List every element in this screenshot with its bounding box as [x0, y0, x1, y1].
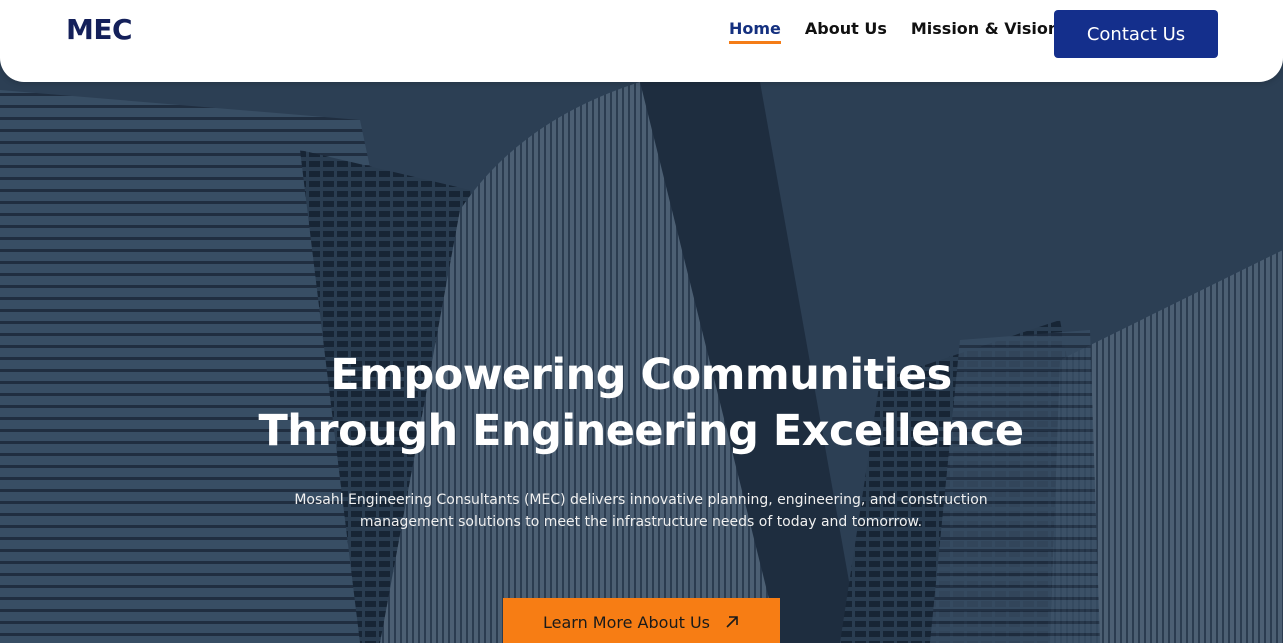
arrow-up-right-icon	[726, 616, 738, 628]
nav-link-about-us[interactable]: About Us	[805, 19, 887, 44]
hero-title: Empowering Communities Through Engineeri…	[141, 347, 1141, 459]
hero-overlay	[0, 0, 1283, 643]
hero-section: Empowering Communities Through Engineeri…	[0, 0, 1283, 643]
nav-link-mission-vision[interactable]: Mission & Vision	[911, 19, 1059, 44]
nav-link-home[interactable]: Home	[729, 19, 781, 44]
hero-subtitle: Mosahl Engineering Consultants (MEC) del…	[294, 492, 988, 530]
hero-title-line-1: Empowering Communities	[330, 350, 952, 400]
learn-more-label: Learn More About Us	[543, 612, 710, 632]
main-nav: Home About Us Mission & Vision	[729, 19, 1083, 44]
learn-more-button[interactable]: Learn More About Us	[503, 598, 780, 643]
contact-us-button[interactable]: Contact Us	[1054, 10, 1218, 58]
hero-title-line-2: Through Engineering Excellence	[258, 406, 1024, 456]
site-logo[interactable]: MEC	[66, 13, 133, 46]
top-navbar: MEC Home About Us Mission & Vision Conta…	[0, 0, 1283, 82]
